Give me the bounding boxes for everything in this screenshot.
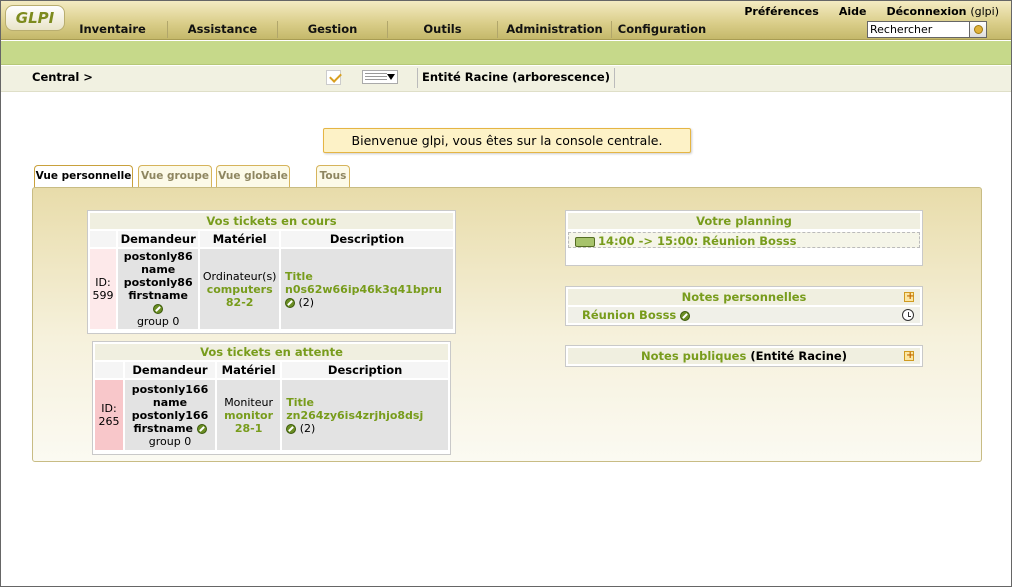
public-notes-box: Notes publiques (Entité Racine) <box>565 345 923 367</box>
col-requester: Demandeur <box>125 362 215 378</box>
tab-vue-groupe[interactable]: Vue groupe <box>138 165 212 187</box>
note-icon[interactable] <box>679 310 690 321</box>
preferences-link[interactable]: Préférences <box>744 5 818 18</box>
main-menu: Inventaire Assistance Gestion Outils Adm… <box>58 21 712 38</box>
add-public-note-icon[interactable] <box>904 348 914 364</box>
logout-link[interactable]: Déconnexion (glpi) <box>886 5 999 18</box>
info-icon[interactable] <box>153 304 164 314</box>
col-requester: Demandeur <box>118 231 199 247</box>
ticket-title-link[interactable]: Title <box>285 270 313 283</box>
item-link[interactable]: monitor <box>224 409 273 422</box>
personal-note-entry[interactable]: Réunion Bosss <box>568 307 920 323</box>
planning-title[interactable]: Votre planning <box>568 213 920 229</box>
add-note-icon[interactable] <box>904 289 914 305</box>
submenu-bar <box>1 41 1011 65</box>
logout-label[interactable]: Déconnexion <box>886 5 966 18</box>
path-bar: Central > Entité Racine (arborescence) <box>1 66 1011 92</box>
menu-configuration[interactable]: Configuration <box>612 21 712 38</box>
followup-icon[interactable] <box>285 297 296 308</box>
clock-icon <box>902 309 914 321</box>
ticket-item: Moniteur monitor 28-1 <box>216 380 281 450</box>
ticket-item: Ordinateur(s) computers 82-2 <box>200 249 280 329</box>
menu-assistance[interactable]: Assistance <box>168 21 278 38</box>
entity-selector[interactable]: Entité Racine (arborescence) <box>417 68 615 88</box>
planning-entry[interactable]: 14:00 -> 15:00: Réunion Bosss <box>568 232 920 248</box>
checkmark-icon[interactable] <box>326 70 341 85</box>
search-icon <box>973 25 983 34</box>
current-user: (glpi) <box>970 5 999 18</box>
ticket-requester: postonly166 name postonly166 firstname g… <box>125 380 215 450</box>
table-row[interactable]: ID: 265 postonly166 name postonly166 firs… <box>95 380 448 450</box>
search-box <box>867 21 987 38</box>
tab-vue-personnelle[interactable]: Vue personnelle <box>34 165 133 188</box>
glpi-logo[interactable]: GLPI <box>5 5 65 31</box>
ticket-desc-link[interactable]: zn264zy6is4zrjhjo8dsj <box>286 409 423 422</box>
tickets-in-progress-title[interactable]: Vos tickets en cours <box>90 213 453 229</box>
followup-icon[interactable] <box>286 423 297 434</box>
col-description: Description <box>281 231 453 247</box>
ticket-desc-link[interactable]: n0s62w66ip46k3q41bpru <box>285 283 442 296</box>
col-item: Matériel <box>216 362 281 378</box>
ticket-id: ID: 599 <box>90 249 116 329</box>
info-icon[interactable] <box>196 423 207 434</box>
list-view-icon[interactable] <box>362 70 398 84</box>
personal-notes-title[interactable]: Notes personnelles <box>568 289 920 305</box>
ticket-id: ID: 265 <box>95 380 123 450</box>
public-notes-title[interactable]: Notes publiques (Entité Racine) <box>568 348 920 364</box>
ticket-description: Title n0s62w66ip46k3q41bpru (2) <box>281 249 453 329</box>
menu-gestion[interactable]: Gestion <box>278 21 388 38</box>
col-id <box>95 362 123 378</box>
top-header: GLPI Préférences Aide Déconnexion (glpi)… <box>1 1 1011 40</box>
ticket-requester: postonly86 name postonly86 firstname gro… <box>118 249 199 329</box>
tickets-waiting-title[interactable]: Vos tickets en attente <box>95 344 448 360</box>
ticket-description: Title zn264zy6is4zrjhjo8dsj (2) <box>282 380 448 450</box>
search-input[interactable] <box>867 21 970 38</box>
breadcrumb[interactable]: Central > <box>32 70 93 84</box>
search-button[interactable] <box>970 21 987 38</box>
tickets-in-progress-box: Vos tickets en cours Demandeur Matériel … <box>87 210 456 334</box>
menu-outils[interactable]: Outils <box>388 21 498 38</box>
item-link[interactable]: computers <box>207 283 273 296</box>
welcome-message: Bienvenue glpi, vous êtes sur la console… <box>323 128 691 153</box>
col-item: Matériel <box>200 231 280 247</box>
menu-administration[interactable]: Administration <box>498 21 612 38</box>
col-id <box>90 231 116 247</box>
col-description: Description <box>282 362 448 378</box>
tickets-waiting-box: Vos tickets en attente Demandeur Matérie… <box>92 341 451 455</box>
tab-tous[interactable]: Tous <box>316 165 350 187</box>
help-link[interactable]: Aide <box>839 5 867 18</box>
tab-vue-globale[interactable]: Vue globale <box>216 165 290 187</box>
personal-notes-box: Notes personnelles Réunion Bosss <box>565 286 923 326</box>
user-links: Préférences Aide Déconnexion (glpi) <box>744 5 999 18</box>
planning-box: Votre planning 14:00 -> 15:00: Réunion B… <box>565 210 923 266</box>
dashboard-panel: Vos tickets en cours Demandeur Matériel … <box>32 187 982 462</box>
table-row[interactable]: ID: 599 postonly86 name postonly86 firstn… <box>90 249 453 329</box>
menu-inventaire[interactable]: Inventaire <box>58 21 168 38</box>
planning-icon <box>575 236 595 247</box>
ticket-title-link[interactable]: Title <box>286 396 314 409</box>
